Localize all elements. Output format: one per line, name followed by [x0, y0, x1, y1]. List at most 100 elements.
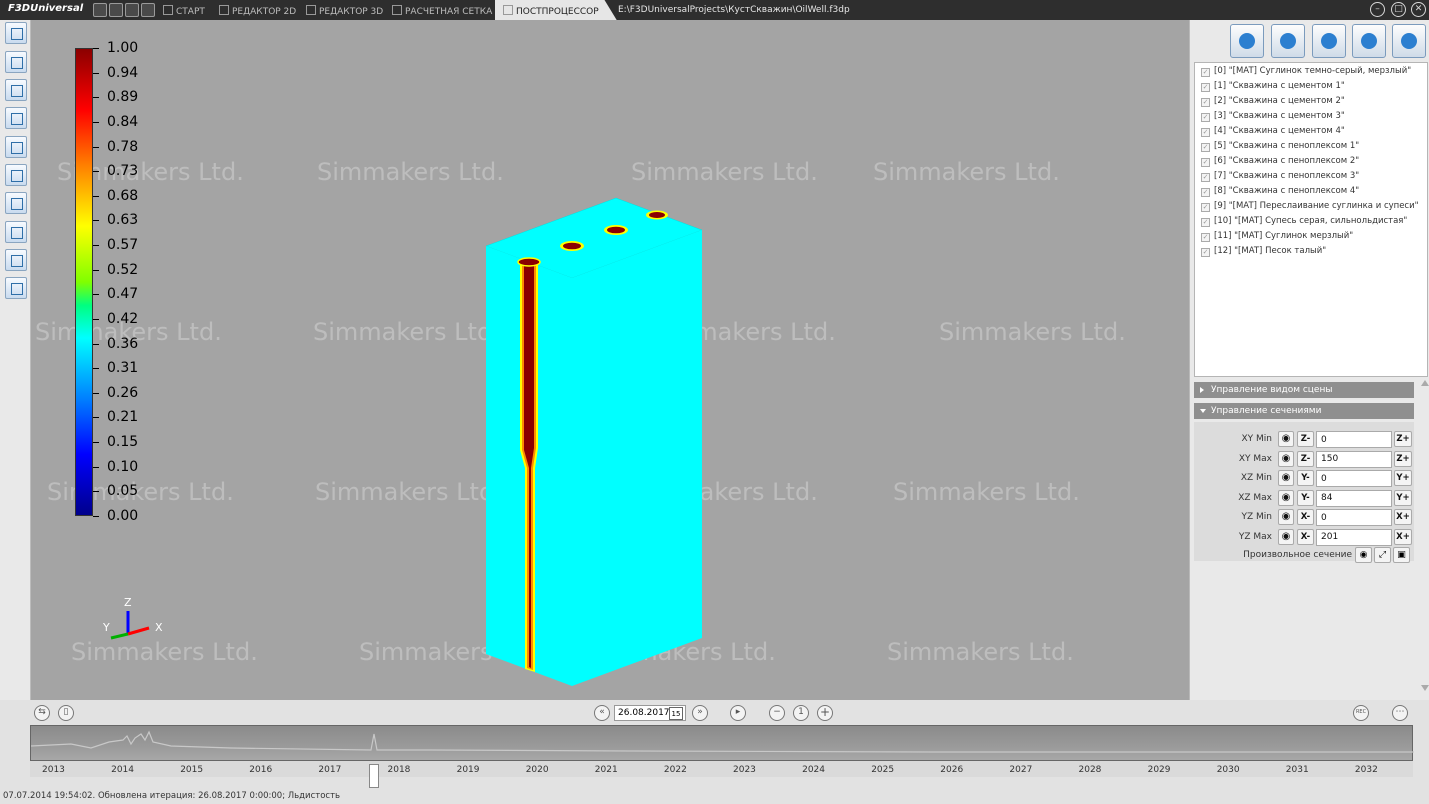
material-item[interactable]: ✓ [7] "Скважина с пеноплексом 3" — [1201, 171, 1359, 185]
material-item[interactable]: ✓ [3] "Скважина с цементом 3" — [1201, 111, 1345, 125]
eye-icon[interactable]: ◉ — [1278, 528, 1294, 545]
eye-icon[interactable]: ◉ — [1278, 431, 1294, 447]
material-checkbox[interactable]: ✓ — [1201, 158, 1210, 167]
close-icon[interactable]: ✕ — [1411, 2, 1426, 17]
material-checkbox[interactable]: ✓ — [1201, 113, 1210, 122]
tab-editor-3d[interactable]: РЕДАКТОР 3D — [306, 0, 383, 20]
material-checkbox[interactable]: ✓ — [1201, 68, 1210, 77]
material-item[interactable]: ✓ [12] "[MAT] Песок талый" — [1201, 246, 1326, 260]
material-checkbox[interactable]: ✓ — [1201, 143, 1210, 152]
scene-view-panel-header[interactable]: Управление видом сцены — [1194, 382, 1414, 398]
zoom-icon[interactable] — [5, 79, 27, 101]
right-scrollbar[interactable] — [1421, 380, 1429, 696]
material-checkbox[interactable]: ✓ — [1201, 83, 1210, 92]
section-value-input[interactable] — [1316, 450, 1392, 468]
section-minus-button[interactable]: Z- — [1297, 450, 1314, 467]
material-checkbox[interactable]: ✓ — [1201, 98, 1210, 107]
sections-panel-header[interactable]: Управление сечениями — [1194, 403, 1414, 419]
mesh-view-2-icon[interactable] — [5, 136, 27, 158]
material-item[interactable]: ✓ [2] "Скважина с цементом 2" — [1201, 96, 1345, 110]
timeline-year-label: 2016 — [249, 765, 273, 775]
material-item[interactable]: ✓ [10] "[MAT] Супесь серая, сильнольдиста… — [1201, 216, 1407, 230]
tab-postprocessor[interactable]: ПОСТПРОЦЕССОР — [495, 0, 617, 20]
play-icon[interactable]: ▸ — [730, 705, 746, 721]
material-checkbox[interactable]: ✓ — [1201, 233, 1210, 242]
section-plus-button[interactable]: Y+ — [1394, 470, 1412, 486]
step-plus-icon[interactable]: + — [817, 705, 833, 721]
minimize-icon[interactable]: – — [1370, 2, 1385, 17]
timeline-handle[interactable] — [369, 764, 379, 788]
tab-start[interactable]: СТАРТ — [163, 0, 205, 20]
material-item[interactable]: ✓ [0] "[MAT] Суглинок темно-серый, мерзлы… — [1201, 66, 1411, 80]
material-item[interactable]: ✓ [9] "[MAT] Переслаивание суглинка и суп… — [1201, 201, 1419, 215]
material-item[interactable]: ✓ [8] "Скважина с пеноплексом 4" — [1201, 186, 1359, 200]
section-value-input[interactable] — [1316, 470, 1392, 487]
material-item[interactable]: ✓ [11] "[MAT] Суглинок мерзлый" — [1201, 231, 1353, 245]
record-button[interactable]: REC — [1353, 705, 1369, 721]
timeline-year-label: 2030 — [1216, 765, 1240, 775]
material-item[interactable]: ✓ [1] "Скважина с цементом 1" — [1201, 81, 1345, 95]
section-plus-button[interactable]: Y+ — [1394, 489, 1412, 506]
redo-icon[interactable] — [141, 3, 155, 17]
material-checkbox[interactable]: ✓ — [1201, 188, 1210, 197]
section-plane-icon[interactable]: ⤢ — [1374, 547, 1391, 563]
tab-mesh[interactable]: РАСЧЕТНАЯ СЕТКА — [392, 0, 492, 20]
material-checkbox[interactable]: ✓ — [1201, 203, 1210, 212]
rotate-view-icon[interactable] — [5, 221, 27, 243]
section-plus-button[interactable]: Z+ — [1394, 431, 1412, 447]
3d-viewport[interactable]: Simmakers Ltd. Simmakers Ltd. Simmakers … — [31, 20, 1189, 700]
globe-icon[interactable] — [5, 277, 27, 299]
section-value-input[interactable] — [1316, 431, 1392, 448]
materials-icon[interactable] — [1230, 24, 1264, 58]
material-checkbox[interactable]: ✓ — [1201, 128, 1210, 137]
view-3d-icon[interactable] — [5, 22, 27, 44]
more-icon[interactable]: ⋯ — [1392, 705, 1408, 721]
database-icon[interactable] — [1312, 24, 1346, 58]
open-icon[interactable] — [109, 3, 123, 17]
section-edit-icon[interactable]: ▣ — [1393, 547, 1410, 563]
play-panel-icon[interactable] — [1392, 24, 1426, 58]
fit-view-icon[interactable] — [5, 164, 27, 186]
fast-forward-icon[interactable]: » — [692, 705, 708, 721]
section-minus-button[interactable]: X- — [1297, 509, 1314, 525]
settings-icon[interactable] — [1352, 24, 1386, 58]
section-minus-button[interactable]: Z- — [1297, 431, 1314, 447]
section-value-input[interactable] — [1316, 489, 1392, 507]
section-plus-button[interactable]: Z+ — [1394, 450, 1412, 467]
undo-icon[interactable] — [125, 3, 139, 17]
section-minus-button[interactable]: X- — [1297, 528, 1314, 545]
material-item[interactable]: ✓ [4] "Скважина с цементом 4" — [1201, 126, 1345, 140]
section-value-input[interactable] — [1316, 509, 1392, 526]
material-checkbox[interactable]: ✓ — [1201, 248, 1210, 257]
material-item[interactable]: ✓ [5] "Скважина с пеноплексом 1" — [1201, 141, 1359, 155]
save-icon[interactable] — [93, 3, 107, 17]
eye-icon[interactable]: ◉ — [1278, 470, 1294, 486]
section-value-input[interactable] — [1316, 528, 1392, 546]
calendar-icon[interactable]: 15 — [669, 707, 683, 720]
material-item[interactable]: ✓ [6] "Скважина с пеноплексом 2" — [1201, 156, 1359, 170]
mesh-view-icon[interactable] — [5, 107, 27, 129]
sync-icon[interactable]: ⇆ — [34, 705, 50, 721]
eye-icon[interactable]: ◉ — [1355, 547, 1372, 563]
section-view-icon[interactable] — [5, 249, 27, 271]
legend-tick — [93, 121, 99, 123]
eye-icon[interactable]: ◉ — [1278, 450, 1294, 467]
section-plus-button[interactable]: X+ — [1394, 528, 1412, 545]
timeline-track[interactable] — [30, 725, 1414, 761]
step-minus-icon[interactable]: − — [769, 705, 785, 721]
probe-icon[interactable] — [1271, 24, 1305, 58]
section-minus-button[interactable]: Y- — [1297, 470, 1314, 486]
section-minus-button[interactable]: Y- — [1297, 489, 1314, 506]
material-checkbox[interactable]: ✓ — [1201, 218, 1210, 227]
3d-model[interactable]: Z Y X — [31, 20, 1189, 700]
tab-editor-2d[interactable]: РЕДАКТОР 2D — [219, 0, 296, 20]
eye-icon[interactable]: ◉ — [1278, 489, 1294, 506]
maximize-icon[interactable]: □ — [1391, 2, 1406, 17]
material-checkbox[interactable]: ✓ — [1201, 173, 1210, 182]
eye-icon[interactable]: ◉ — [1278, 509, 1294, 525]
bookmark-icon[interactable]: ▯ — [58, 705, 74, 721]
surface-icon[interactable] — [5, 51, 27, 73]
rewind-icon[interactable]: « — [594, 705, 610, 721]
section-plus-button[interactable]: X+ — [1394, 509, 1412, 525]
front-view-icon[interactable] — [5, 192, 27, 214]
